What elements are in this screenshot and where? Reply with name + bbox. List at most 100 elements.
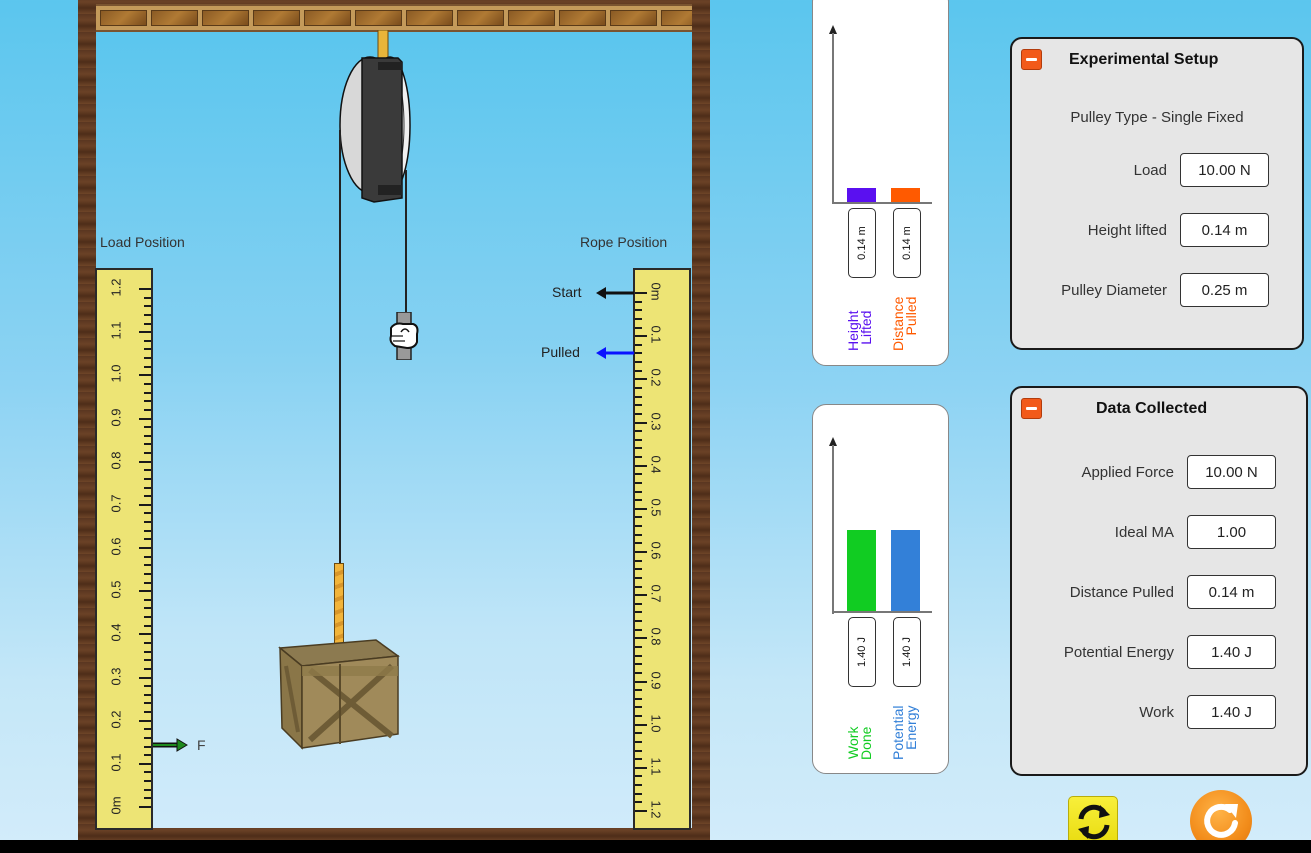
ruler-tick xyxy=(144,313,151,316)
ruler-tick xyxy=(635,594,647,597)
collapse-data-button[interactable] xyxy=(1021,398,1042,419)
potential-energy-caption: Potential Energy xyxy=(890,705,919,760)
field-label: Height lifted xyxy=(1087,221,1167,239)
ruler-tick xyxy=(139,374,151,377)
beam-block xyxy=(610,10,657,26)
ruler-tick xyxy=(144,745,151,748)
ruler-tick xyxy=(139,460,151,463)
ruler-tick xyxy=(635,775,642,778)
pulley xyxy=(339,30,411,203)
ruler-tick xyxy=(144,780,151,783)
load-input[interactable]: 10.00 N xyxy=(1180,153,1269,187)
ruler-tick xyxy=(635,378,647,381)
ruler-tick xyxy=(635,507,647,510)
ruler-tick xyxy=(144,624,151,627)
ruler-tick-label: 0.7 xyxy=(648,584,664,603)
potential-energy-bar xyxy=(891,529,920,611)
ruler-tick xyxy=(144,572,151,575)
ruler-tick xyxy=(635,689,642,692)
ruler-tick xyxy=(635,309,642,312)
ruler-tick xyxy=(635,723,647,726)
ruler-tick xyxy=(144,339,151,342)
ruler-tick xyxy=(635,421,647,424)
ruler-tick xyxy=(144,357,151,360)
ruler-tick xyxy=(635,551,647,553)
ruler-tick-label: 1.1 xyxy=(648,757,664,776)
beam-block xyxy=(508,10,555,26)
panel-title: Data Collected xyxy=(1096,400,1208,417)
ruler-tick xyxy=(635,412,642,415)
ruler-tick-label: 1.1 xyxy=(108,321,124,340)
height-lifted-input[interactable]: 0.14 m xyxy=(1180,213,1269,247)
force-label: F xyxy=(197,737,206,753)
ruler-tick xyxy=(139,417,151,420)
ruler-tick xyxy=(144,305,151,308)
x-axis xyxy=(832,202,932,204)
field-label: Load xyxy=(1133,161,1167,179)
caption-line: Energy xyxy=(903,705,919,750)
collapse-setup-button[interactable] xyxy=(1021,49,1042,70)
ruler-tick xyxy=(635,758,642,761)
pulling-hand-icon[interactable] xyxy=(387,312,421,360)
ruler-tick xyxy=(635,645,642,648)
ruler-tick xyxy=(139,806,151,808)
ruler-tick xyxy=(144,382,151,385)
ruler-tick-label: 0.6 xyxy=(648,541,664,560)
pull-rope xyxy=(405,170,407,316)
ruler-tick xyxy=(635,715,642,718)
energy-bar-chart: 1.40 J 1.40 J Work Done Potential Energy xyxy=(812,404,949,774)
x-axis xyxy=(832,611,932,613)
ruler-tick-label: 0.2 xyxy=(108,710,124,729)
ruler-tick xyxy=(635,456,642,459)
ruler-tick xyxy=(635,499,642,502)
ruler-tick xyxy=(144,650,151,653)
ruler-tick xyxy=(635,732,642,735)
ruler-tick-label: 0.8 xyxy=(108,451,124,470)
ruler-tick xyxy=(144,296,151,299)
ruler-tick xyxy=(635,533,642,536)
ruler-tick xyxy=(635,386,642,389)
ruler-tick xyxy=(635,620,642,623)
ruler-tick xyxy=(144,728,151,731)
ruler-tick xyxy=(635,792,642,795)
data-collected-panel: Data Collected Applied Force 10.00 N Ide… xyxy=(1010,386,1308,776)
ruler-tick xyxy=(139,762,151,765)
reset-button[interactable] xyxy=(1068,796,1118,846)
ruler-tick xyxy=(144,736,151,739)
ruler-tick xyxy=(144,693,151,696)
ruler-tick xyxy=(144,434,151,437)
ruler-tick xyxy=(635,447,642,450)
ruler-tick xyxy=(144,486,151,489)
ruler-tick xyxy=(144,555,151,558)
ruler-tick xyxy=(139,590,151,593)
start-label: Start xyxy=(552,284,582,300)
ruler-tick xyxy=(144,391,151,394)
work-done-caption: Work Done xyxy=(845,727,874,760)
ruler-tick xyxy=(635,395,642,398)
field-distance-pulled: Distance Pulled 0.14 m xyxy=(1070,575,1276,609)
ruler-tick xyxy=(635,628,642,631)
distance-pulled-value-box: 0.14 m xyxy=(893,208,921,278)
work-done-value-box: 1.40 J xyxy=(848,617,876,687)
height-lifted-value-box: 0.14 m xyxy=(848,208,876,278)
ruler-tick-label: 0.1 xyxy=(108,753,124,772)
beam-block xyxy=(457,10,504,26)
potential-energy-value: 1.40 J xyxy=(1187,635,1276,669)
ruler-tick-label: 1.0 xyxy=(108,364,124,383)
ruler-tick xyxy=(139,633,151,636)
ruler-tick xyxy=(635,585,642,588)
ruler-tick xyxy=(635,473,642,476)
ruler-tick xyxy=(635,654,642,657)
ruler-tick xyxy=(144,400,151,403)
pulley-diameter-input[interactable]: 0.25 m xyxy=(1180,273,1269,307)
ruler-tick-label: 0.5 xyxy=(648,498,664,517)
ruler-tick xyxy=(139,719,151,722)
field-applied-force: Applied Force 10.00 N xyxy=(1081,455,1276,489)
caption-line: Lifted xyxy=(858,310,874,345)
ruler-tick xyxy=(144,581,151,584)
ruler-tick xyxy=(139,331,151,334)
load-crate xyxy=(278,639,400,750)
ruler-tick xyxy=(144,607,151,610)
ruler-tick xyxy=(139,503,151,506)
ruler-tick xyxy=(635,369,642,372)
